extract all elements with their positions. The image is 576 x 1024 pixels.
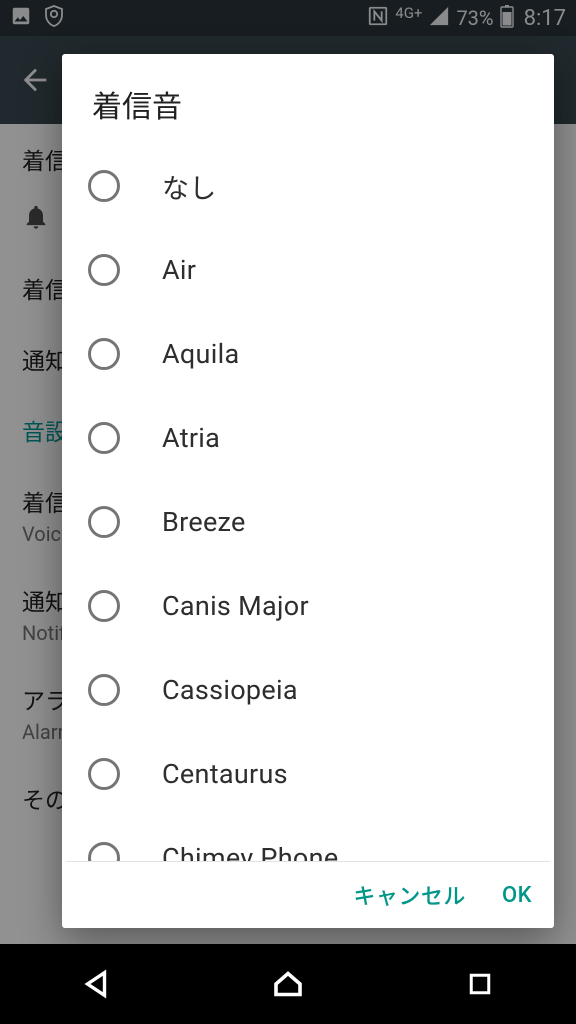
cancel-button[interactable]: キャンセル	[353, 879, 466, 911]
radio-unchecked-icon[interactable]	[88, 422, 120, 454]
ringtone-label: Cassiopeia	[162, 674, 298, 706]
radio-unchecked-icon[interactable]	[88, 758, 120, 790]
ringtone-label: Canis Major	[162, 590, 309, 622]
ringtone-option[interactable]: Chimey Phone	[70, 816, 546, 861]
ringtone-label: なし	[162, 167, 217, 206]
nav-back-button[interactable]	[74, 962, 118, 1006]
ringtone-option[interactable]: なし	[70, 144, 546, 228]
radio-unchecked-icon[interactable]	[88, 674, 120, 706]
navigation-bar	[0, 944, 576, 1024]
nav-recent-button[interactable]	[458, 962, 502, 1006]
ringtone-option[interactable]: Breeze	[70, 480, 546, 564]
radio-unchecked-icon[interactable]	[88, 254, 120, 286]
ringtone-label: Aquila	[162, 338, 239, 370]
ringtone-option[interactable]: Aquila	[70, 312, 546, 396]
radio-unchecked-icon[interactable]	[88, 170, 120, 202]
radio-unchecked-icon[interactable]	[88, 338, 120, 370]
ringtone-option[interactable]: Canis Major	[70, 564, 546, 648]
ringtone-option[interactable]: Centaurus	[70, 732, 546, 816]
ringtone-label: Chimey Phone	[162, 842, 338, 861]
ringtone-list[interactable]: なし Air Aquila Atria Breeze Canis Major C…	[62, 144, 554, 861]
ringtone-dialog: 着信音 なし Air Aquila Atria Breeze Canis Maj…	[62, 54, 554, 928]
ok-button[interactable]: OK	[502, 883, 532, 908]
nav-home-button[interactable]	[266, 962, 310, 1006]
ringtone-label: Atria	[162, 422, 220, 454]
ringtone-option[interactable]: Atria	[70, 396, 546, 480]
radio-unchecked-icon[interactable]	[88, 506, 120, 538]
ringtone-label: Breeze	[162, 506, 246, 538]
radio-unchecked-icon[interactable]	[88, 590, 120, 622]
ringtone-label: Centaurus	[162, 758, 288, 790]
dialog-title: 着信音	[62, 54, 554, 144]
ringtone-label: Air	[162, 254, 196, 286]
ringtone-option[interactable]: Cassiopeia	[70, 648, 546, 732]
radio-unchecked-icon[interactable]	[88, 842, 120, 861]
ringtone-option[interactable]: Air	[70, 228, 546, 312]
